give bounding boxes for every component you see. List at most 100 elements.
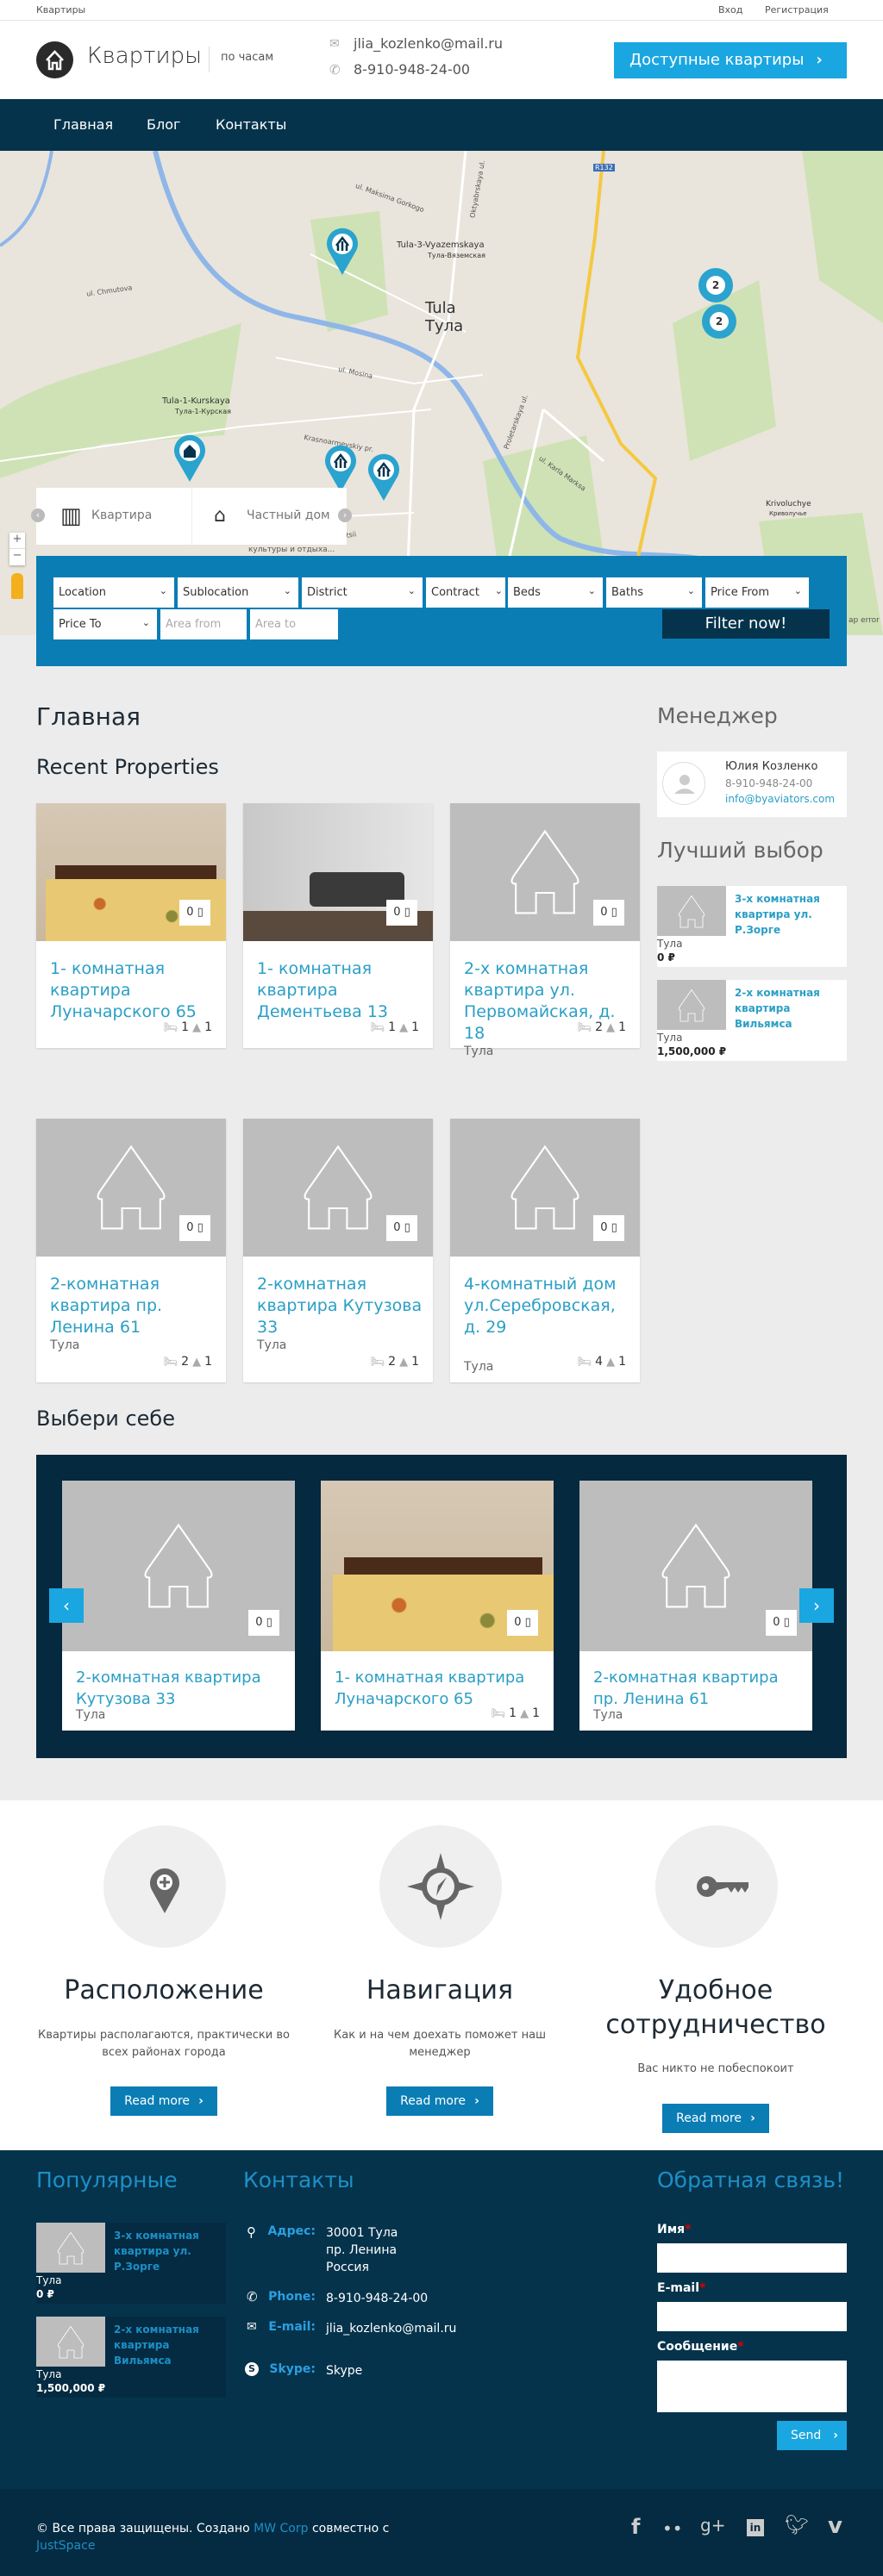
logo-house-icon[interactable] <box>36 41 73 78</box>
property-card[interactable]: 0 ▯ 4-комнатный дом ул.Серебровская, д. … <box>450 1119 640 1382</box>
key-icon <box>655 1825 778 1948</box>
flickr-icon[interactable]: •• <box>662 2518 683 2539</box>
property-card[interactable]: 0 ▯ 1- комнатная квартира Луначарского 6… <box>36 803 226 1048</box>
best-item-title[interactable]: 2-х комнатная квартира Вильямса <box>114 2322 222 2368</box>
slider-prev-icon[interactable]: ‹ <box>31 508 45 522</box>
sublocation-select[interactable]: Sublocation ⌄ <box>178 577 298 608</box>
map-cluster[interactable]: 2 <box>698 268 733 303</box>
carousel-next-button[interactable]: › <box>799 1588 834 1623</box>
district-select[interactable]: District ⌄ <box>302 577 423 608</box>
carousel-prev-button[interactable]: ‹ <box>49 1588 84 1623</box>
price-from-select[interactable]: Price From ⌄ <box>705 577 809 608</box>
favorite-badge[interactable]: 0 ▯ <box>386 1215 417 1241</box>
street-view-pegman-icon[interactable] <box>11 573 23 599</box>
map-marker-apartment[interactable] <box>366 452 401 501</box>
beds-select[interactable]: Beds ⌄ <box>508 577 603 608</box>
property-card[interactable]: 0 ▯ 1- комнатная квартира Дементьева 13 🛏… <box>243 803 433 1048</box>
nav-home[interactable]: Главная <box>53 116 113 133</box>
shower-icon: ▲ <box>192 1021 202 1034</box>
property-title[interactable]: 1- комнатная квартира Дементьева 13 <box>257 958 423 1023</box>
map-marker-apartment[interactable] <box>323 444 358 492</box>
best-item-title[interactable]: 3-х комнатная квартира ул. Р.Зорге <box>114 2228 222 2274</box>
nav-blog[interactable]: Блог <box>147 116 180 133</box>
property-card[interactable]: 0 ▯ 2-комнатная квартира пр. Ленина 61 Ту… <box>579 1481 812 1731</box>
name-label: Имя* <box>657 2223 691 2236</box>
best-choice-heading: Лучший выбор <box>657 838 824 863</box>
email-input[interactable] <box>657 2302 847 2331</box>
favorite-badge[interactable]: 0 ▯ <box>179 900 210 926</box>
property-card[interactable]: 0 ▯ 2-х комнатная квартира ул. Первомайс… <box>450 803 640 1058</box>
area-from-input[interactable]: Area from <box>160 609 247 639</box>
area-to-input[interactable]: Area to <box>250 609 338 639</box>
property-title[interactable]: 1- комнатная квартира Луначарского 65 <box>335 1667 543 1710</box>
property-title[interactable]: 1- комнатная квартира Луначарского 65 <box>50 958 216 1023</box>
favorite-count: 0 <box>600 906 608 919</box>
read-more-button[interactable]: Read more › <box>386 2086 493 2116</box>
login-link[interactable]: Вход <box>718 4 742 16</box>
map-road-shield: R132 <box>593 164 615 172</box>
baths-select[interactable]: Baths ⌄ <box>606 577 702 608</box>
property-title[interactable]: 4-комнатный дом ул.Серебровская, д. 29 <box>464 1274 629 1338</box>
linkedin-icon[interactable]: in <box>747 2519 764 2536</box>
read-more-button[interactable]: Read more › <box>110 2086 217 2116</box>
property-card[interactable]: 0 ▯ 2-комнатная квартира пр. Ленина 61 Ту… <box>36 1119 226 1382</box>
zoom-in-button[interactable]: + <box>9 533 25 549</box>
beds-count: 2 <box>181 1355 190 1369</box>
shower-icon: ▲ <box>192 1356 202 1369</box>
category-apartment[interactable]: Квартира <box>91 508 152 522</box>
location-select[interactable]: Location ⌄ <box>53 577 174 608</box>
property-title[interactable]: 2-комнатная квартира пр. Ленина 61 <box>593 1667 802 1710</box>
zoom-out-button[interactable]: − <box>9 549 25 562</box>
property-title[interactable]: 2-комнатная квартира пр. Ленина 61 <box>50 1274 216 1338</box>
favorite-badge[interactable]: 0 ▯ <box>593 900 624 926</box>
property-card[interactable]: 0 ▯ 2-комнатная квартира Кутузова 33 Тула… <box>243 1119 433 1382</box>
footer-email[interactable]: jlia_kozlenko@mail.ru <box>326 2320 456 2337</box>
logo-text[interactable]: Квартиры <box>87 43 202 69</box>
twitter-icon[interactable]: 🐦︎ <box>785 2515 809 2536</box>
favorite-badge[interactable]: 0 ▯ <box>593 1215 624 1241</box>
favorite-badge[interactable]: 0 ▯ <box>507 1610 538 1636</box>
send-button[interactable]: Send › <box>777 2421 847 2450</box>
map-marker-apartment[interactable] <box>325 227 360 275</box>
name-input[interactable] <box>657 2243 847 2273</box>
property-card[interactable]: 0 ▯ 2-комнатная квартира Кутузова 33 Тула <box>62 1481 295 1731</box>
best-choice-item[interactable]: 2-х комнатная квартира Вильямса Тула 1,5… <box>36 2317 226 2398</box>
header: Квартиры по часам ✉ jlia_kozlenko@mail.r… <box>0 21 883 99</box>
nav-contacts[interactable]: Контакты <box>216 116 286 133</box>
best-choice-item[interactable]: 2-х комнатная квартира Вильямса Тула 1,5… <box>657 980 847 1061</box>
map-label-park: культуры и отдыха... <box>248 546 335 554</box>
best-choice-item[interactable]: 3-х комнатная квартира ул. Р.Зорге Тула … <box>657 886 847 967</box>
map-marker-house[interactable] <box>172 433 207 482</box>
favorite-badge[interactable]: 0 ▯ <box>179 1215 210 1241</box>
contacts-heading: Контакты <box>243 2167 354 2192</box>
best-item-title[interactable]: 2-х комнатная квартира Вильямса <box>735 985 842 1032</box>
best-item-location: Тула <box>657 938 683 950</box>
favorite-badge[interactable]: 0 ▯ <box>386 900 417 926</box>
best-choice-item[interactable]: 3-х комнатная квартира ул. Р.Зорге Тула … <box>36 2223 226 2304</box>
property-card[interactable]: 0 ▯ 1- комнатная квартира Луначарского 6… <box>321 1481 554 1731</box>
manager-email[interactable]: info@byaviators.com <box>725 793 835 805</box>
property-title[interactable]: 2-комнатная квартира Кутузова 33 <box>76 1667 285 1710</box>
price-to-select[interactable]: Price To ⌄ <box>53 609 157 639</box>
message-textarea[interactable] <box>657 2361 847 2412</box>
filter-now-button[interactable]: Filter now! <box>662 609 830 639</box>
available-apartments-button[interactable]: Доступные квартиры › <box>614 42 847 78</box>
slider-next-icon[interactable]: › <box>338 508 352 522</box>
favorite-badge[interactable]: 0 ▯ <box>766 1610 797 1636</box>
house-placeholder-icon <box>657 980 726 1030</box>
best-item-title[interactable]: 3-х комнатная квартира ул. Р.Зорге <box>735 891 842 938</box>
favorite-badge[interactable]: 0 ▯ <box>248 1610 279 1636</box>
justspace-link[interactable]: JustSpace <box>36 2539 95 2553</box>
mw-corp-link[interactable]: MW Corp <box>254 2522 308 2535</box>
register-link[interactable]: Регистрация <box>765 4 829 16</box>
google-plus-icon[interactable]: g+ <box>700 2515 725 2535</box>
contract-select[interactable]: Contract ⌄ <box>426 577 505 608</box>
category-house[interactable]: Частный дом <box>247 508 330 522</box>
vimeo-icon[interactable]: v <box>828 2513 842 2539</box>
property-title[interactable]: 2-комнатная квартира Кутузова 33 <box>257 1274 423 1338</box>
facebook-icon[interactable]: f <box>631 2515 640 2539</box>
read-more-button[interactable]: Read more › <box>662 2104 769 2133</box>
map-cluster[interactable]: 2 <box>702 304 736 339</box>
address-label: Адрес: <box>267 2224 316 2238</box>
house-placeholder-icon <box>75 1130 187 1245</box>
